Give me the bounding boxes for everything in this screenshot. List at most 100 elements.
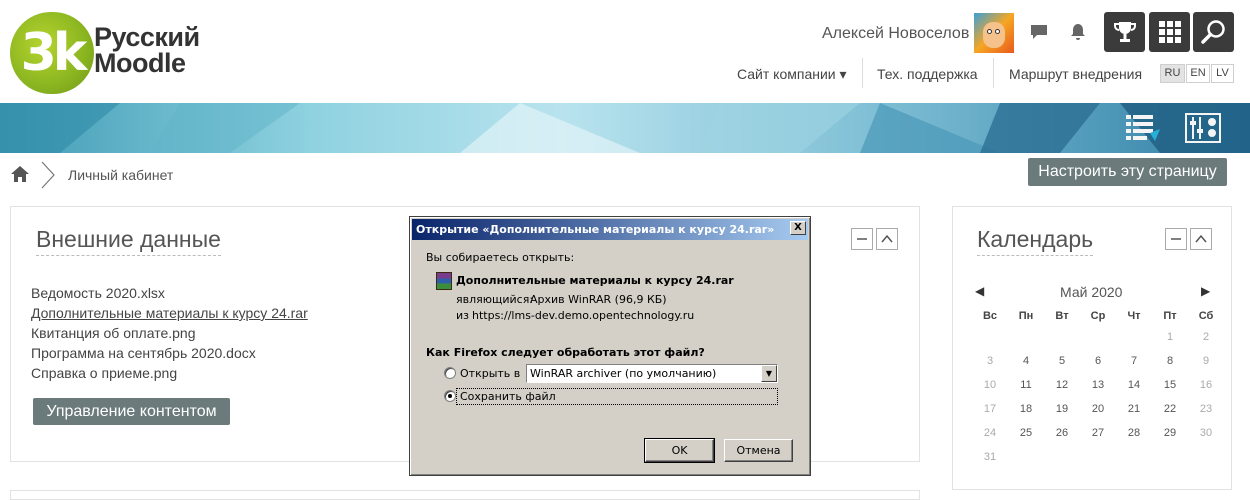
user-name[interactable]: Алексей Новоселов [822, 25, 969, 43]
external-data-title: Внешние данные [36, 226, 221, 256]
calendar-day[interactable]: 7 [1116, 349, 1152, 373]
calendar-day[interactable]: 24 [972, 421, 1008, 445]
dialog-type-label: являющийся: [456, 293, 534, 306]
calendar-day[interactable]: 11 [1008, 373, 1044, 397]
logo-mark: 3k [10, 12, 94, 94]
grid-icon [1158, 21, 1181, 43]
calendar-day[interactable]: 12 [1044, 373, 1080, 397]
move-block-up-button[interactable] [1190, 228, 1212, 250]
calendar-day[interactable]: 1 [1152, 325, 1188, 349]
nav-divider [993, 58, 994, 88]
collapse-block-button[interactable] [1165, 228, 1187, 250]
winrar-archive-icon [436, 272, 452, 290]
calendar-day[interactable]: 21 [1116, 397, 1152, 421]
calendar-day[interactable]: 3 [972, 349, 1008, 373]
move-block-up-button[interactable] [876, 228, 898, 250]
file-link-selected[interactable]: Дополнительные материалы к курсу 24.rar [31, 303, 308, 323]
calendar-day[interactable]: 27 [1080, 421, 1116, 445]
save-file-radio[interactable] [444, 390, 456, 402]
file-link[interactable]: Ведомость 2020.xlsx [31, 283, 308, 303]
calendar-day[interactable]: 8 [1152, 349, 1188, 373]
calendar-day[interactable]: 17 [972, 397, 1008, 421]
avatar-eye-left [987, 29, 992, 34]
ok-button[interactable]: OK [644, 438, 715, 463]
calendar-day [1116, 445, 1152, 469]
dialog-title: Открытие «Дополнительные материалы к кур… [416, 223, 775, 236]
collapse-block-button[interactable] [851, 228, 873, 250]
dialog-close-button[interactable]: X [790, 221, 806, 235]
cancel-button[interactable]: Отмена [724, 439, 793, 462]
settings-sliders-icon[interactable] [1184, 111, 1221, 145]
file-list: Ведомость 2020.xlsx Дополнительные матер… [31, 283, 308, 383]
bell-icon[interactable] [1067, 22, 1089, 44]
calendar-day[interactable]: 18 [1008, 397, 1044, 421]
calendar-day [1080, 325, 1116, 349]
next-block [10, 490, 920, 500]
calendar-day[interactable]: 5 [1044, 349, 1080, 373]
avatar[interactable] [974, 13, 1014, 53]
calendar-day[interactable]: 25 [1008, 421, 1044, 445]
dialog-title-bar[interactable]: Открытие «Дополнительные материалы к кур… [412, 219, 808, 240]
download-dialog: Открытие «Дополнительные материалы к кур… [409, 216, 811, 476]
lang-lv[interactable]: LV [1211, 64, 1234, 83]
nav-divider [862, 58, 863, 88]
apps-grid-button[interactable] [1149, 12, 1190, 52]
open-with-app-select[interactable]: WinRAR archiver (по умолчанию) ▼ [526, 364, 778, 383]
file-link[interactable]: Справка о приеме.png [31, 363, 308, 383]
open-with-radio[interactable] [444, 367, 456, 379]
calendar-month[interactable]: Май 2020 [1060, 284, 1122, 300]
avatar-face [983, 22, 1005, 48]
site-logo[interactable]: 3k Русский Moodle [10, 12, 220, 96]
calendar-day[interactable]: 14 [1116, 373, 1152, 397]
calendar-prev-icon[interactable]: ◀ [975, 284, 984, 298]
home-icon[interactable] [10, 165, 30, 183]
calendar-day[interactable]: 19 [1044, 397, 1080, 421]
calendar-day[interactable]: 10 [972, 373, 1008, 397]
calendar-day[interactable]: 16 [1188, 373, 1224, 397]
trophy-button[interactable] [1104, 12, 1145, 52]
calendar-day[interactable]: 23 [1188, 397, 1224, 421]
dialog-type-value: Архив WinRAR (96,9 КБ) [530, 293, 667, 306]
nav-company-site[interactable]: Сайт компании ▾ [737, 60, 847, 90]
calendar-day[interactable]: 9 [1188, 349, 1224, 373]
calendar-day [1080, 445, 1116, 469]
file-link[interactable]: Квитанция об оплате.png [31, 323, 308, 343]
manage-content-button[interactable]: Управление контентом [33, 398, 230, 425]
calendar-day[interactable]: 30 [1188, 421, 1224, 445]
dialog-intro: Вы собираетесь открыть: [426, 251, 575, 264]
nav-implementation-route[interactable]: Маршрут внедрения [1009, 60, 1142, 90]
calendar-week: 24 25 26 27 28 29 30 [972, 421, 1224, 445]
weekday: Пн [1018, 310, 1034, 322]
calendar-next-icon[interactable]: ▶ [1201, 284, 1210, 298]
lang-en[interactable]: EN [1186, 64, 1210, 83]
header-banner [0, 103, 1250, 153]
calendar-day[interactable]: 20 [1080, 397, 1116, 421]
calendar-day[interactable]: 26 [1044, 421, 1080, 445]
chat-icon[interactable] [1028, 22, 1050, 44]
calendar-day[interactable]: 15 [1152, 373, 1188, 397]
nav-tech-support[interactable]: Тех. поддержка [877, 60, 978, 90]
calendar-day [1116, 325, 1152, 349]
weekday: Пт [1163, 310, 1177, 322]
save-file-label[interactable]: Сохранить файл [460, 390, 556, 403]
calendar-week: 17 18 19 20 21 22 23 [972, 397, 1224, 421]
calendar-day[interactable]: 13 [1080, 373, 1116, 397]
lang-ru[interactable]: RU [1160, 64, 1185, 83]
search-button[interactable] [1193, 12, 1234, 52]
calendar-day[interactable]: 28 [1116, 421, 1152, 445]
courses-list-icon[interactable] [1124, 111, 1160, 145]
calendar-day[interactable]: 6 [1080, 349, 1116, 373]
file-link[interactable]: Программа на сентябрь 2020.docx [31, 343, 308, 363]
chevron-down-icon[interactable]: ▼ [761, 365, 777, 382]
calendar-title: Календарь [977, 226, 1094, 256]
calendar-day[interactable]: 4 [1008, 349, 1044, 373]
logo-line-2: Moodle [94, 48, 186, 78]
calendar-day[interactable]: 2 [1188, 325, 1224, 349]
search-icon [1200, 20, 1225, 44]
breadcrumb-current[interactable]: Личный кабинет [68, 167, 173, 183]
configure-page-button[interactable]: Настроить эту страницу [1028, 158, 1227, 186]
open-with-label[interactable]: Открыть в [460, 367, 520, 380]
calendar-day[interactable]: 31 [972, 445, 1008, 469]
calendar-day[interactable]: 29 [1152, 421, 1188, 445]
calendar-day[interactable]: 22 [1152, 397, 1188, 421]
